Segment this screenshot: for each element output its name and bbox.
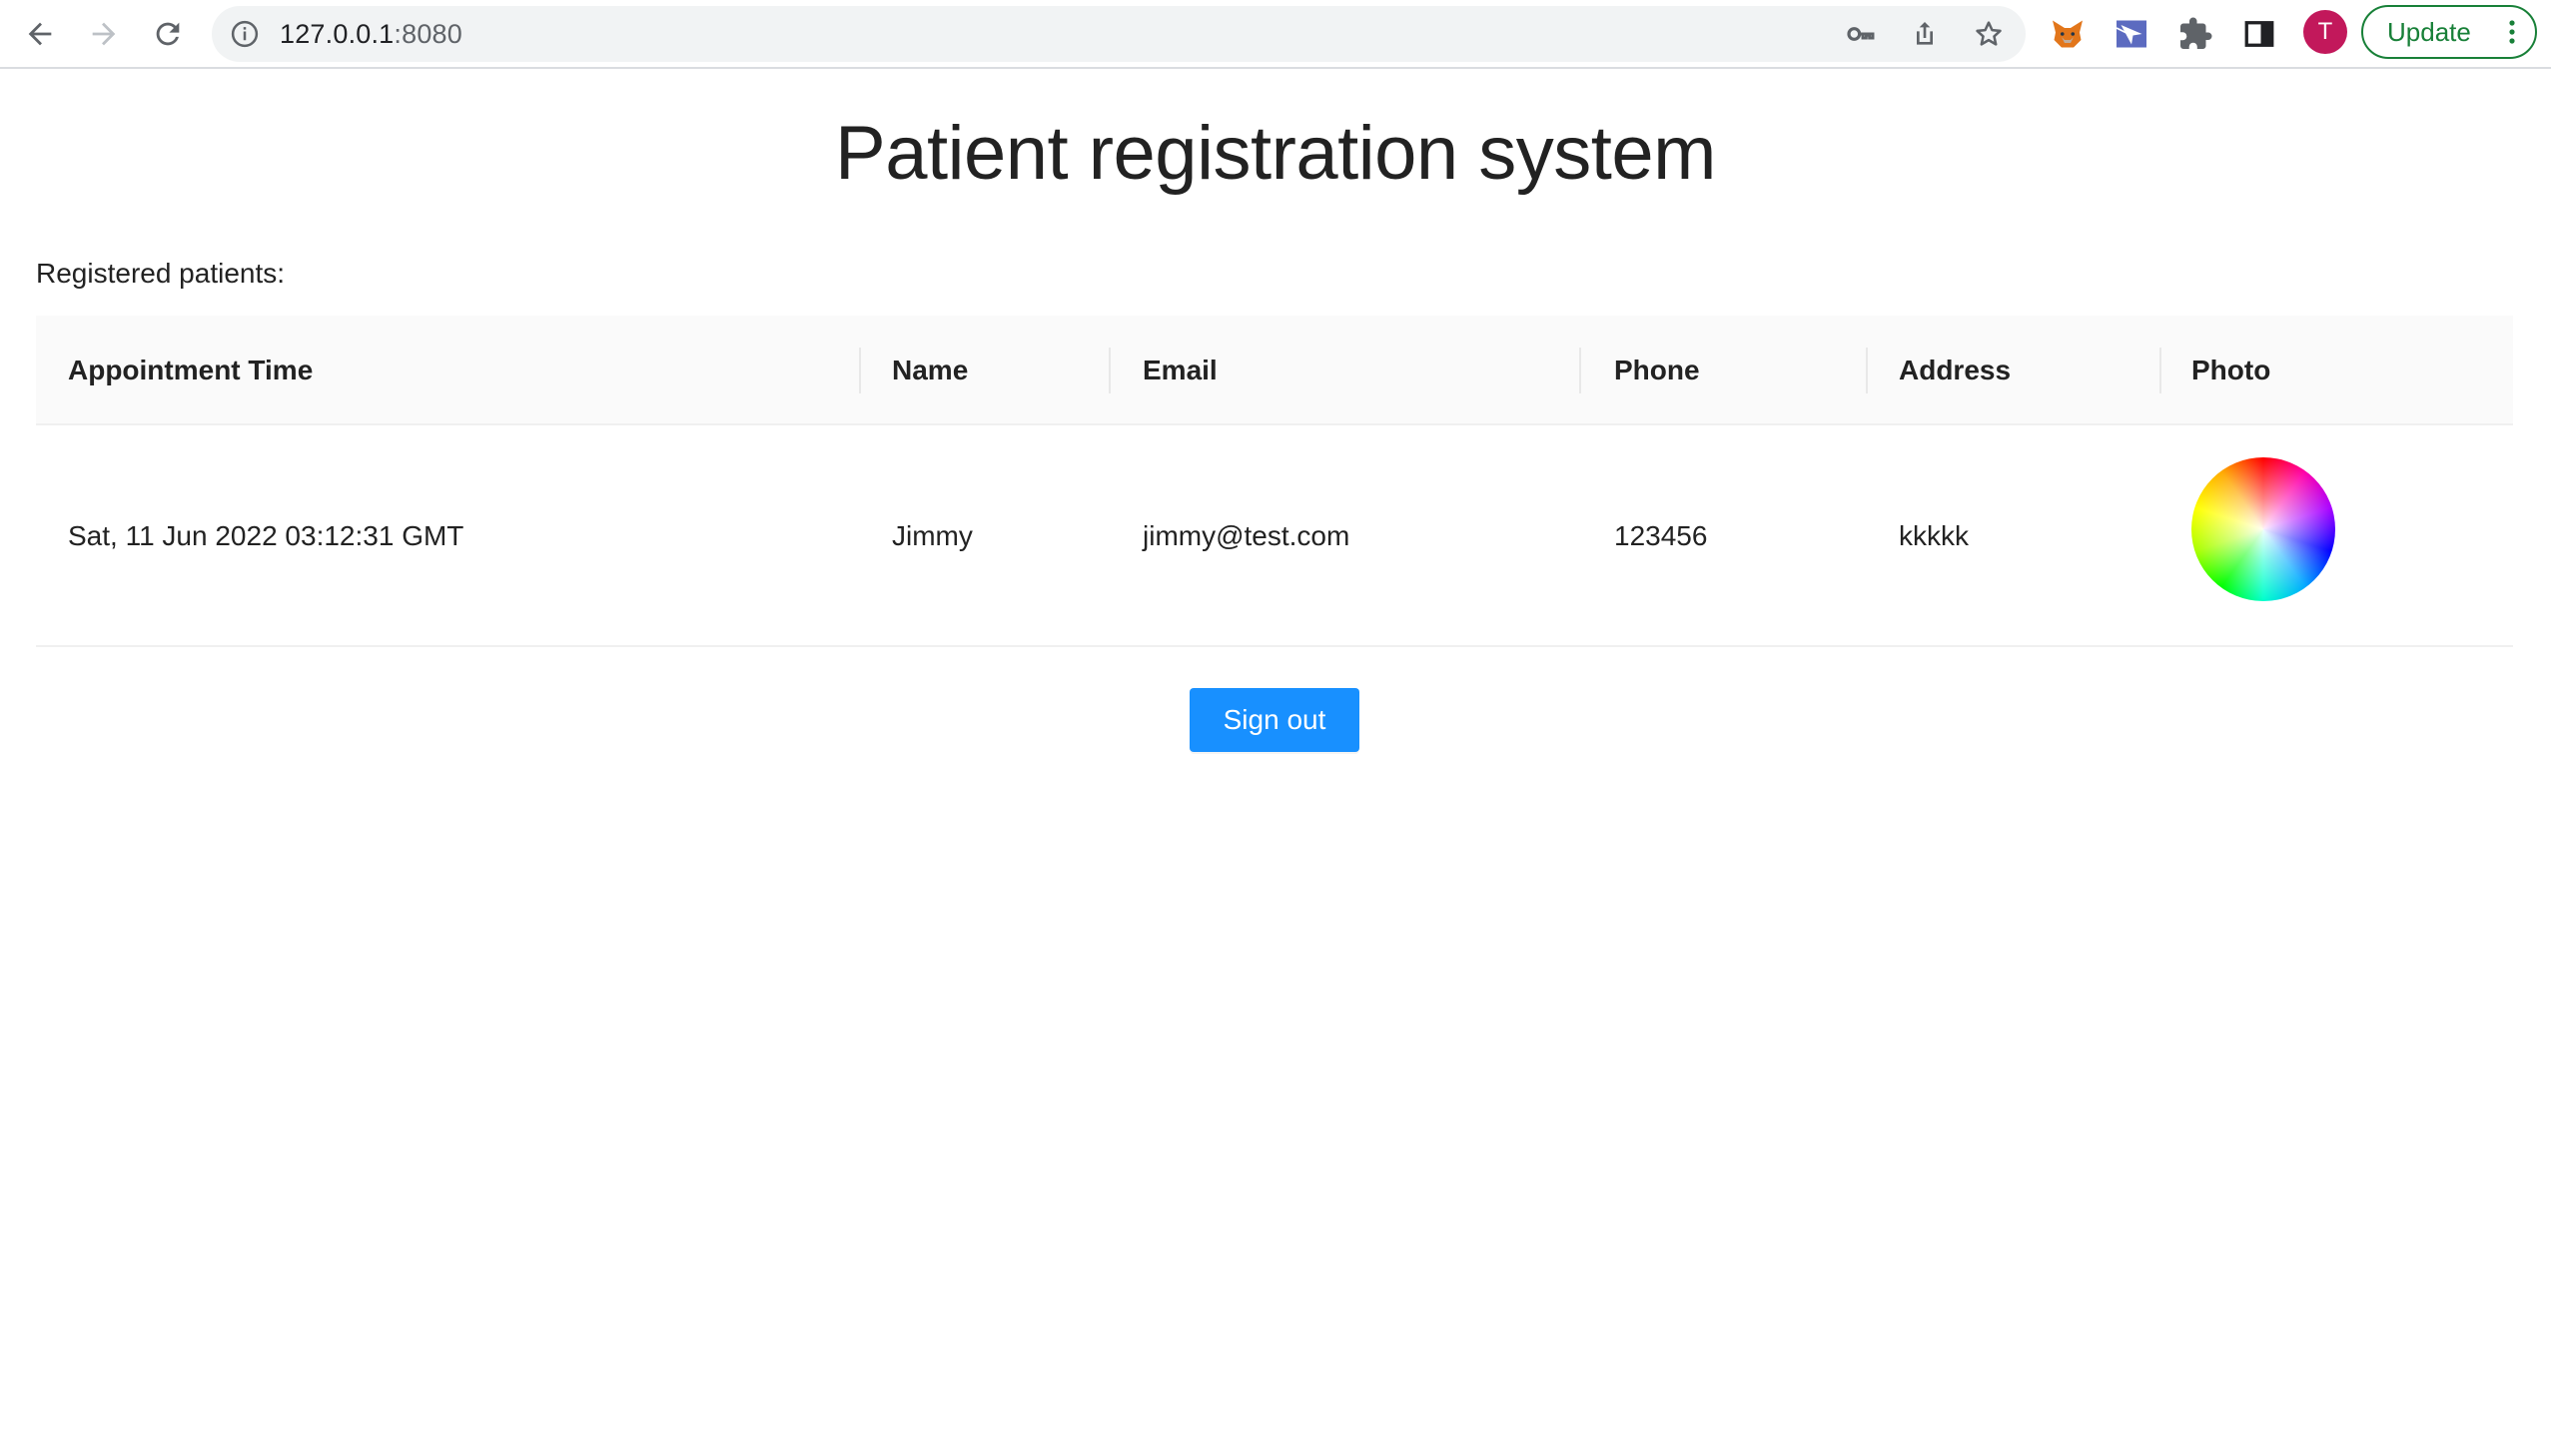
key-icon — [1847, 27, 1875, 41]
url-port: :8080 — [394, 19, 462, 49]
update-button[interactable]: Update — [2361, 5, 2537, 59]
table-row: Sat, 11 Jun 2022 03:12:31 GMT Jimmy jimm… — [36, 425, 2513, 647]
update-label: Update — [2387, 17, 2471, 47]
extensions-menu-button[interactable] — [2173, 12, 2217, 56]
url-host: 127.0.0.1 — [280, 19, 395, 49]
url-text[interactable]: 127.0.0.1:8080 — [280, 6, 462, 62]
cell-name: Jimmy — [892, 520, 973, 551]
column-divider — [1579, 348, 1581, 393]
column-header-address: Address — [1899, 355, 2012, 385]
table-header: Appointment Time Name Email Phone Addres… — [36, 316, 2513, 425]
back-button[interactable] — [18, 12, 62, 56]
patients-table: Appointment Time Name Email Phone Addres… — [36, 316, 2513, 647]
sign-out-button[interactable]: Sign out — [1190, 688, 1359, 752]
puzzle-icon — [2180, 17, 2212, 49]
column-header-photo: Photo — [2191, 355, 2271, 385]
more-vert-icon — [2509, 20, 2515, 44]
extension-button[interactable] — [2110, 12, 2153, 56]
bookmark-button[interactable] — [1972, 17, 2006, 51]
share-icon — [1917, 22, 1933, 45]
side-panel-button[interactable] — [2237, 12, 2281, 56]
arrow-right-icon — [92, 22, 116, 46]
column-divider — [1866, 348, 1868, 393]
cell-phone: 123456 — [1614, 520, 1708, 551]
star-icon — [1976, 21, 2002, 46]
cell-appointment-time: Sat, 11 Jun 2022 03:12:31 GMT — [68, 520, 464, 551]
extension-icon — [2116, 20, 2146, 48]
patient-photo — [2191, 457, 2335, 601]
metamask-extension[interactable] — [2046, 12, 2090, 56]
column-divider — [859, 348, 861, 393]
share-button[interactable] — [1908, 17, 1942, 51]
browser-toolbar: 127.0.0.1:8080 T Update — [0, 0, 2551, 69]
column-header-appointment-time: Appointment Time — [68, 355, 314, 385]
column-divider — [1109, 348, 1111, 393]
password-key-button[interactable] — [1844, 17, 1878, 51]
reload-button[interactable] — [146, 12, 190, 56]
column-header-email: Email — [1143, 355, 1218, 385]
page-title: Patient registration system — [835, 111, 1717, 196]
arrow-left-icon — [28, 22, 52, 46]
table-label: Registered patients: — [36, 258, 286, 289]
reload-icon — [156, 22, 180, 46]
side-panel-icon — [2244, 21, 2274, 47]
cell-address: kkkkk — [1899, 520, 1969, 551]
forward-button[interactable] — [82, 12, 126, 56]
cell-email: jimmy@test.com — [1143, 520, 1350, 551]
info-icon[interactable] — [230, 19, 260, 49]
column-divider — [2159, 348, 2161, 393]
profile-avatar[interactable]: T — [2303, 10, 2347, 54]
address-bar[interactable]: 127.0.0.1:8080 — [212, 6, 2026, 62]
column-header-name: Name — [892, 355, 969, 385]
column-header-phone: Phone — [1614, 355, 1700, 385]
fox-icon — [2053, 20, 2083, 48]
